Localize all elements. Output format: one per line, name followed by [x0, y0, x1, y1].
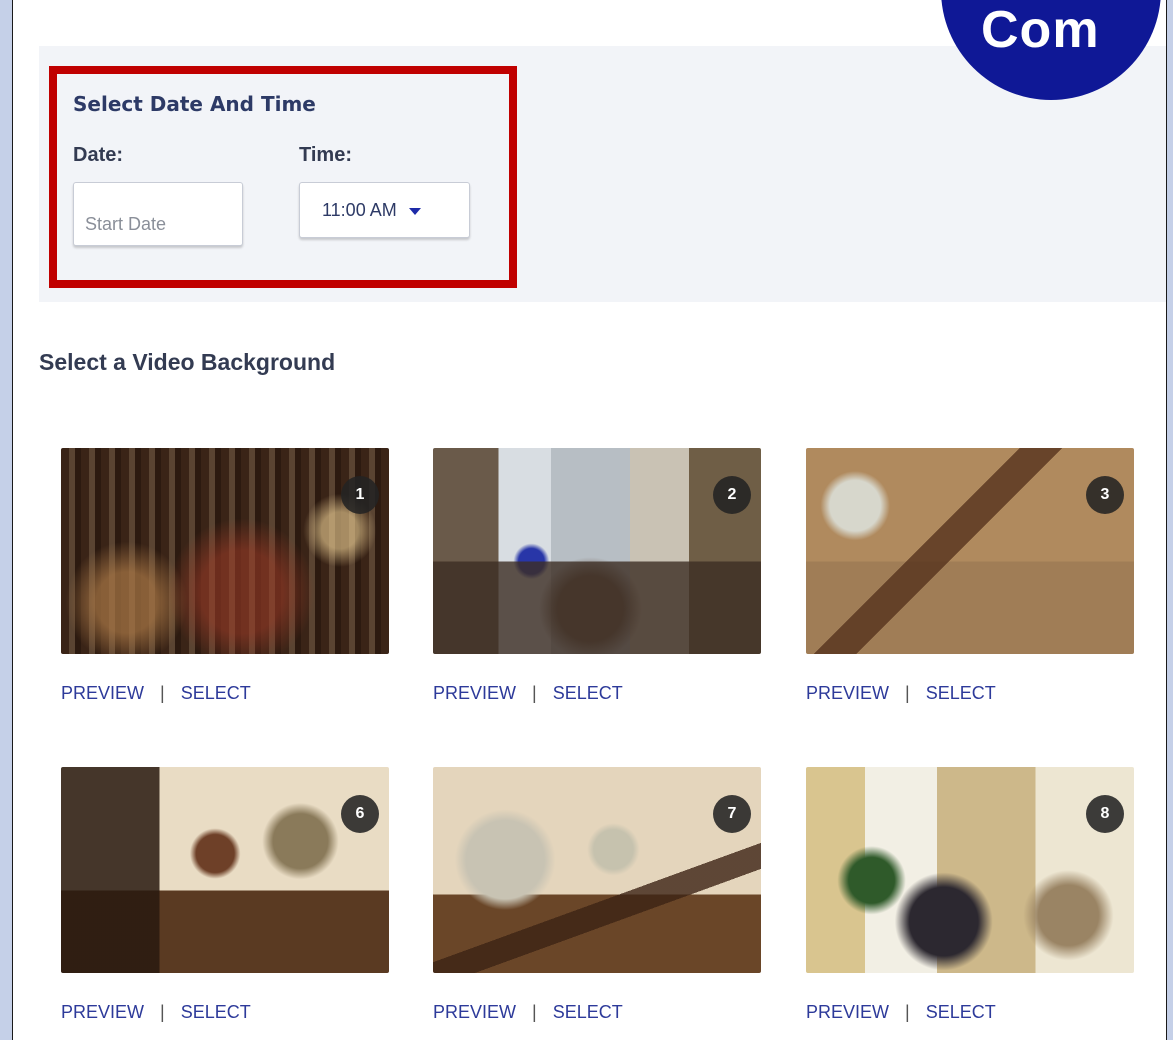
link-separator: |: [532, 1002, 537, 1022]
video-actions-2: PREVIEW | SELECT: [433, 683, 623, 704]
video-thumbnail-6[interactable]: 6: [61, 767, 389, 973]
video-thumbnail-3[interactable]: 3: [806, 448, 1134, 654]
select-link[interactable]: SELECT: [181, 683, 251, 704]
start-date-input[interactable]: [73, 182, 243, 246]
preview-link[interactable]: PREVIEW: [806, 683, 889, 704]
video-number-badge: 6: [341, 795, 379, 833]
video-number-badge: 1: [341, 476, 379, 514]
link-separator: |: [160, 1002, 165, 1022]
video-background-heading: Select a Video Background: [39, 349, 336, 375]
video-number-badge: 7: [713, 795, 751, 833]
preview-link[interactable]: PREVIEW: [61, 683, 144, 704]
preview-link[interactable]: PREVIEW: [806, 1002, 889, 1023]
video-thumbnail-2[interactable]: 2: [433, 448, 761, 654]
video-actions-7: PREVIEW | SELECT: [433, 1002, 623, 1023]
time-select[interactable]: 11:00 AM: [299, 182, 470, 238]
link-separator: |: [532, 683, 537, 703]
link-separator: |: [905, 1002, 910, 1022]
time-label: Time:: [299, 144, 352, 166]
select-link[interactable]: SELECT: [553, 1002, 623, 1023]
time-value: 11:00 AM: [322, 199, 397, 220]
video-actions-1: PREVIEW | SELECT: [61, 683, 251, 704]
video-thumbnail-7[interactable]: 7: [433, 767, 761, 973]
chevron-down-icon: [408, 207, 421, 215]
select-link[interactable]: SELECT: [926, 1002, 996, 1023]
page-frame: Com Select Date And Time Date: Time: 11:…: [12, 0, 1167, 1040]
select-link[interactable]: SELECT: [926, 683, 996, 704]
preview-link[interactable]: PREVIEW: [433, 683, 516, 704]
video-thumbnail-8[interactable]: 8: [806, 767, 1134, 973]
logo-text: Com: [981, 1, 1100, 59]
select-link[interactable]: SELECT: [553, 683, 623, 704]
link-separator: |: [905, 683, 910, 703]
date-label: Date:: [73, 144, 124, 166]
video-actions-6: PREVIEW | SELECT: [61, 1002, 251, 1023]
video-actions-3: PREVIEW | SELECT: [806, 683, 996, 704]
select-link[interactable]: SELECT: [181, 1002, 251, 1023]
video-number-badge: 2: [713, 476, 751, 514]
video-actions-8: PREVIEW | SELECT: [806, 1002, 996, 1023]
schedule-title: Select Date And Time: [73, 92, 316, 116]
preview-link[interactable]: PREVIEW: [433, 1002, 516, 1023]
link-separator: |: [160, 683, 165, 703]
preview-link[interactable]: PREVIEW: [61, 1002, 144, 1023]
video-number-badge: 3: [1086, 476, 1124, 514]
video-number-badge: 8: [1086, 795, 1124, 833]
video-thumbnail-1[interactable]: 1: [61, 448, 389, 654]
